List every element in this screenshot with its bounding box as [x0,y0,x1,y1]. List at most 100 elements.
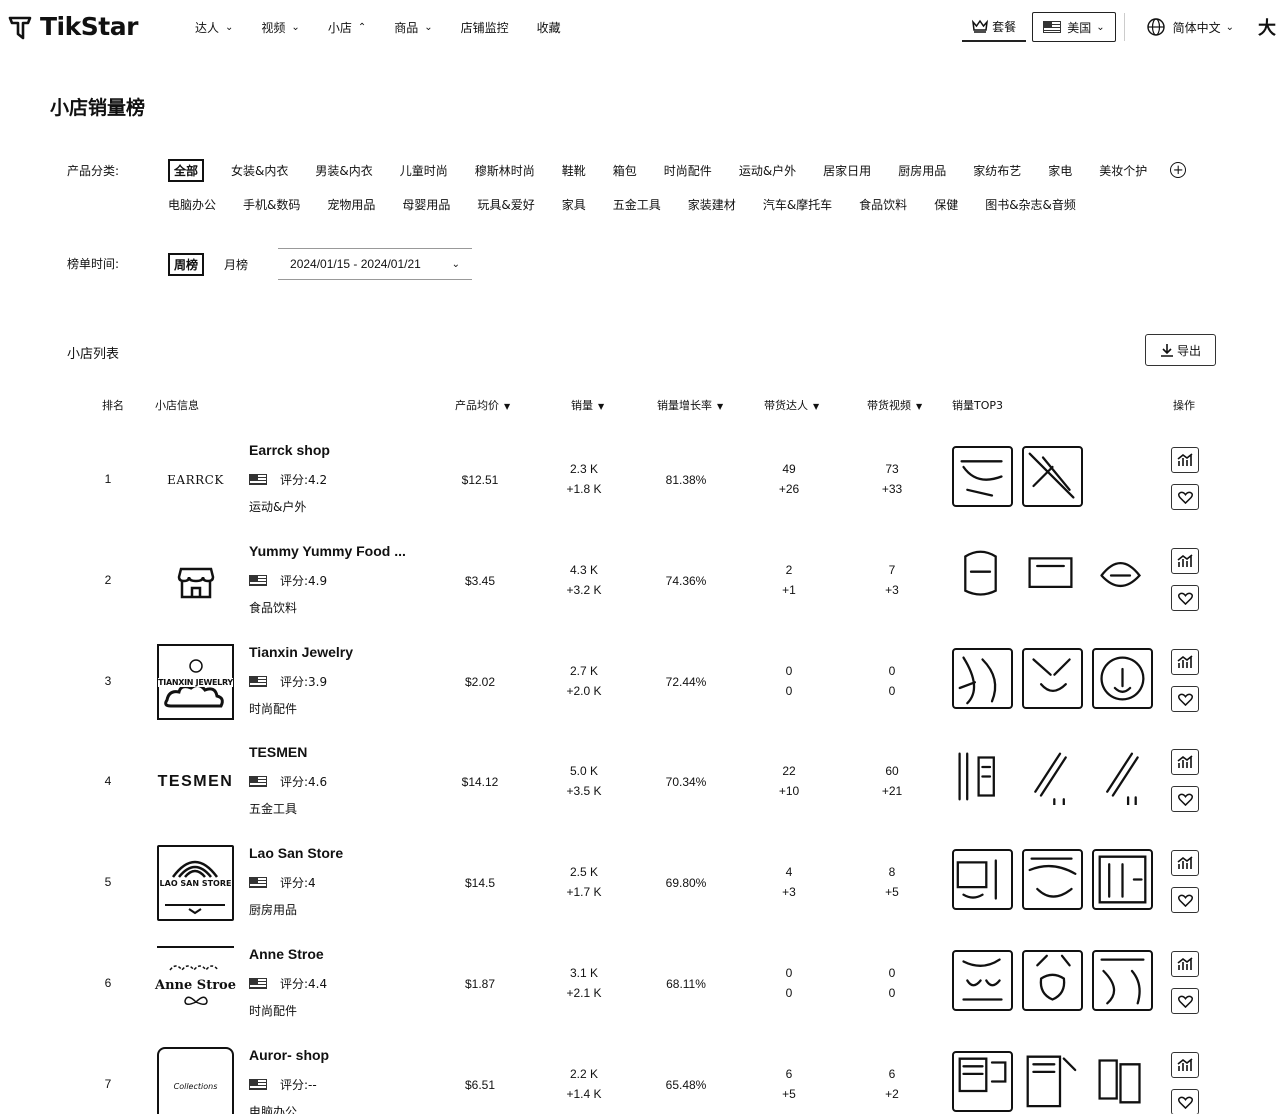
shop-logo[interactable] [157,543,234,619]
shop-logo[interactable]: Anne Stroe [155,946,236,1022]
shop-name[interactable]: Tianxin Jewelry [249,644,353,660]
package-button[interactable]: 套餐 [962,12,1027,42]
category-chip[interactable]: 五金工具 [613,196,661,213]
favorite-button[interactable] [1171,686,1199,712]
table-row[interactable]: 2 Yummy Yummy Food ... 评分:4.9 食品饮料 $3.45 4.3 … [0,531,1280,631]
expand-categories-icon[interactable]: + [1170,162,1187,178]
favorite-button[interactable] [1171,887,1199,913]
product-thumbnail[interactable] [1092,849,1153,910]
shop-logo[interactable]: TESMEN [157,744,234,820]
category-chip[interactable]: 玩具&爱好 [477,196,534,213]
table-row[interactable]: 7 Collections Auror- shop 评分:-- 电脑办公 $6.51 2.2… [0,1035,1280,1114]
category-chip[interactable]: 保健 [934,196,958,213]
favorite-button[interactable] [1171,484,1199,510]
trend-chart-button[interactable] [1171,1052,1199,1078]
category-chip[interactable]: 全部 [168,158,205,182]
trend-chart-button[interactable] [1171,447,1199,473]
product-thumbnail[interactable] [1022,950,1083,1011]
col-creators[interactable]: 带货达人 ▼ [764,397,819,413]
nav-item-shops[interactable]: 小店 ⌃ [328,19,366,36]
product-thumbnail[interactable] [1092,748,1153,809]
nav-item-favorites[interactable]: 收藏 [537,19,561,36]
product-thumbnail[interactable] [1022,446,1083,507]
category-chip[interactable]: 家装建材 [688,196,736,213]
category-chip[interactable]: 居家日用 [823,162,871,179]
export-button[interactable]: 导出 [1145,334,1216,366]
tab-monthly[interactable]: 月榜 [224,256,248,273]
col-avg-price[interactable]: 产品均价 ▼ [455,397,510,413]
shop-logo[interactable]: Collections [157,1047,234,1114]
category-chip[interactable]: 儿童时尚 [400,162,448,179]
category-chip[interactable]: 厨房用品 [898,162,946,179]
category-chip[interactable]: 图书&杂志&音频 [985,196,1076,213]
trend-chart-button[interactable] [1171,548,1199,574]
brand-logo[interactable]: TikStar [8,12,138,41]
nav-item-videos[interactable]: 视频 ⌄ [261,19,299,36]
table-row[interactable]: 4 TESMEN TESMEN 评分:4.6 五金工具 $14.12 5.0 K +3.5 K… [0,732,1280,832]
language-select[interactable]: 简体中文 ⌄ [1137,12,1244,42]
category-chip[interactable]: 手机&数码 [243,196,300,213]
favorite-button[interactable] [1171,786,1199,812]
nav-item-shop-monitor[interactable]: 店铺监控 [461,19,509,36]
category-chip[interactable]: 母婴用品 [402,196,450,213]
font-size-toggle[interactable]: 大 [1244,12,1280,42]
product-thumbnail[interactable] [952,950,1013,1011]
product-thumbnail[interactable] [1022,748,1083,809]
table-row[interactable]: 1 EARRCK Earrck shop 评分:4.2 运动&户外 $12.51 2.3 K… [0,430,1280,530]
product-thumbnail[interactable] [952,849,1013,910]
product-thumbnail[interactable] [1022,849,1083,910]
col-growth[interactable]: 销量增长率 ▼ [657,397,723,413]
category-chip[interactable]: 家电 [1048,162,1072,179]
category-chip[interactable]: 宠物用品 [327,196,375,213]
shop-name[interactable]: Auror- shop [249,1047,329,1063]
table-row[interactable]: 6 Anne Stroe Anne Stroe 评分:4.4 时尚配件 $1.87 3.1 … [0,934,1280,1034]
category-chip[interactable]: 鞋靴 [562,162,586,179]
favorite-button[interactable] [1171,585,1199,611]
product-thumbnail[interactable] [1092,950,1153,1011]
shop-name[interactable]: Lao San Store [249,845,343,861]
category-chip[interactable]: 时尚配件 [664,162,712,179]
col-videos[interactable]: 带货视频 ▼ [867,397,922,413]
shop-name[interactable]: Earrck shop [249,442,330,458]
category-chip[interactable]: 美妆个护 [1099,162,1147,179]
shop-logo[interactable]: TIANXIN JEWELRY [157,644,234,720]
category-chip[interactable]: 汽车&摩托车 [763,196,832,213]
product-thumbnail[interactable] [1092,1051,1153,1112]
product-thumbnail[interactable] [1022,1051,1083,1112]
date-range-select[interactable]: 2024/01/15 - 2024/01/21 ⌄ [278,248,473,280]
table-row[interactable]: 5 LAO SAN STORE Lao San Store 评分:4 厨房用品 $14.5… [0,833,1280,933]
shop-logo[interactable]: EARRCK [157,442,234,518]
category-chip[interactable]: 女装&内衣 [231,162,288,179]
product-thumbnail[interactable] [1092,648,1153,709]
tab-weekly[interactable]: 周榜 [168,252,205,276]
product-thumbnail[interactable] [952,547,1013,608]
table-row[interactable]: 3 TIANXIN JEWELRY Tianxin Jewelry 评分:3.9 时尚配… [0,632,1280,732]
category-chip[interactable]: 电脑办公 [168,196,216,213]
category-chip[interactable]: 运动&户外 [739,162,796,179]
nav-item-products[interactable]: 商品 ⌄ [394,19,432,36]
col-sales[interactable]: 销量 ▼ [571,397,604,413]
product-thumbnail[interactable] [952,446,1013,507]
category-chip[interactable]: 食品饮料 [859,196,907,213]
product-thumbnail[interactable] [1022,648,1083,709]
favorite-button[interactable] [1171,988,1199,1014]
category-chip[interactable]: 男装&内衣 [315,162,372,179]
trend-chart-button[interactable] [1171,951,1199,977]
product-thumbnail[interactable] [952,648,1013,709]
shop-name[interactable]: Yummy Yummy Food ... [249,543,406,559]
shop-name[interactable]: Anne Stroe [249,946,324,962]
region-select[interactable]: 美国 ⌄ [1032,12,1116,42]
trend-chart-button[interactable] [1171,649,1199,675]
nav-item-creators[interactable]: 达人 ⌄ [195,19,233,36]
shop-name[interactable]: TESMEN [249,744,307,760]
product-thumbnail[interactable] [1092,547,1153,608]
category-chip[interactable]: 穆斯林时尚 [475,162,535,179]
product-thumbnail[interactable] [1022,547,1083,608]
favorite-button[interactable] [1171,1089,1199,1114]
product-thumbnail[interactable] [952,748,1013,809]
category-chip[interactable]: 家纺布艺 [973,162,1021,179]
trend-chart-button[interactable] [1171,749,1199,775]
category-chip[interactable]: 家具 [562,196,586,213]
shop-logo[interactable]: LAO SAN STORE [157,845,234,921]
category-chip[interactable]: 箱包 [613,162,637,179]
